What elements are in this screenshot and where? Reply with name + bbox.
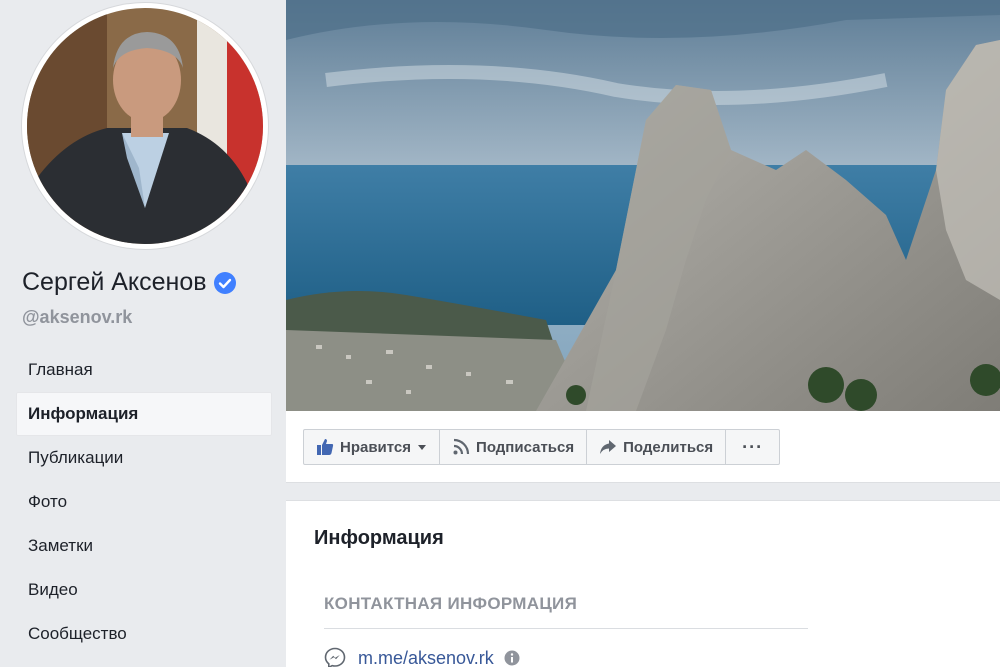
like-button-label: Нравится: [340, 438, 412, 456]
messenger-link[interactable]: m.me/aksenov.rk: [358, 648, 494, 667]
rss-icon: [453, 438, 470, 455]
page-nav: Главная Информация Публикации Фото Замет…: [16, 348, 272, 656]
nav-item-posts[interactable]: Публикации: [16, 436, 272, 480]
divider: [324, 628, 808, 629]
cover-landscape-image: [286, 0, 1000, 411]
nav-item-videos[interactable]: Видео: [16, 568, 272, 612]
section-title: Информация: [314, 527, 444, 549]
nav-item-about[interactable]: Информация: [16, 392, 272, 436]
caret-down-icon: [418, 445, 427, 450]
verified-badge-icon: [213, 271, 236, 294]
avatar-photo: [27, 8, 263, 244]
nav-item-home[interactable]: Главная: [16, 348, 272, 392]
messenger-icon: [324, 647, 346, 667]
cover-photo[interactable]: [286, 0, 1000, 411]
follow-button[interactable]: Подписаться: [440, 430, 588, 464]
nav-item-notes[interactable]: Заметки: [16, 524, 272, 568]
page-title[interactable]: Сергей Аксенов: [22, 268, 237, 297]
action-buttons-group: Нравится Подписаться Поделиться ···: [303, 429, 781, 465]
info-icon[interactable]: [504, 650, 520, 666]
nav-item-community[interactable]: Сообщество: [16, 612, 272, 656]
about-section: Информация КОНТАКТНАЯ ИНФОРМАЦИЯ m.me/ak…: [286, 500, 1000, 667]
contact-messenger-row: m.me/aksenov.rk: [324, 647, 520, 667]
contact-info-header: КОНТАКТНАЯ ИНФОРМАЦИЯ: [324, 594, 578, 613]
page-name-text: Сергей Аксенов: [22, 268, 207, 296]
share-arrow-icon: [600, 440, 617, 454]
page-action-bar: Нравится Подписаться Поделиться ···: [286, 411, 1000, 483]
profile-avatar[interactable]: [22, 3, 268, 249]
like-button[interactable]: Нравится: [304, 430, 441, 464]
share-button[interactable]: Поделиться: [587, 430, 727, 464]
more-options-button[interactable]: ···: [726, 430, 779, 464]
page-username[interactable]: @aksenov.rk: [22, 307, 132, 328]
share-button-label: Поделиться: [623, 438, 714, 456]
left-sidebar: Сергей Аксенов @aksenov.rk Главная Инфор…: [0, 0, 286, 667]
thumbs-up-icon: [317, 439, 334, 455]
follow-button-label: Подписаться: [476, 438, 575, 456]
nav-item-photos[interactable]: Фото: [16, 480, 272, 524]
